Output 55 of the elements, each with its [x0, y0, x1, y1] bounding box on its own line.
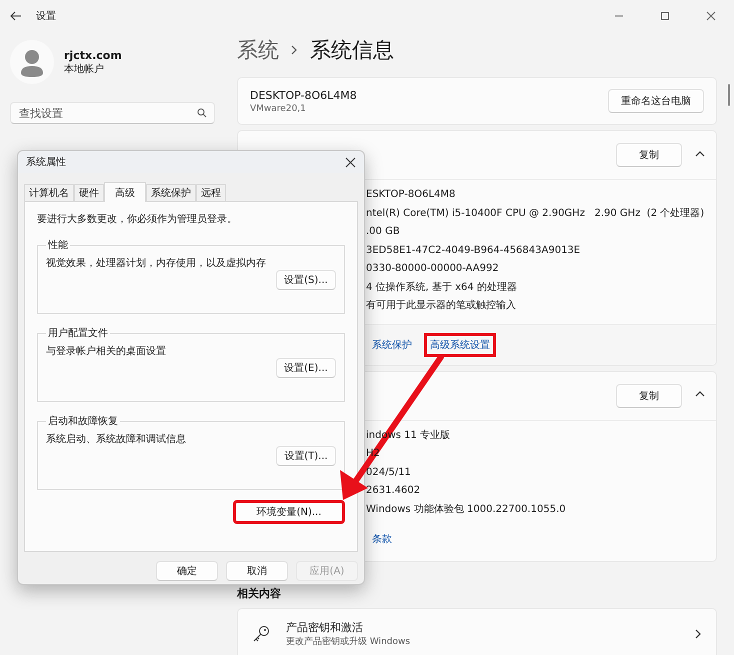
group-title: 用户配置文件: [47, 326, 109, 340]
dialog-button[interactable]: 确定: [156, 561, 218, 581]
spec-value: 0330-80000-00000-AA992: [366, 262, 500, 276]
group-title: 启动和故障恢复: [47, 414, 119, 428]
settings-card[interactable]: 产品密钥和激活 更改产品密钥或升级 Windows: [237, 608, 717, 655]
group-title: 性能: [46, 238, 69, 252]
spec-value: ntel(R) Core(TM) i5-10400F CPU @ 2.90GHz 2.90 GHz (2 个处理器): [366, 206, 706, 220]
tab[interactable]: 高级: [104, 182, 146, 202]
card-title: 产品密钥和激活: [286, 620, 364, 635]
window-title: 设置: [36, 10, 56, 23]
rename-button[interactable]: 重命名这台电脑: [608, 89, 704, 113]
scrollbar[interactable]: [728, 84, 730, 106]
spec-value: 4 位操作系统, 基于 x64 的处理器: [366, 280, 518, 294]
tab[interactable]: 系统保护: [146, 184, 196, 201]
search-icon[interactable]: [197, 108, 207, 118]
spec-value: 024/5/11: [366, 466, 412, 480]
device-name: DESKTOP-8O6L4M8: [250, 88, 357, 102]
avatar-icon[interactable]: [10, 40, 54, 84]
page-title: 系统信息: [310, 37, 394, 64]
key-icon: [252, 625, 270, 643]
group-description: 与登录帐户相关的桌面设置: [46, 344, 167, 358]
account-name: rjctx.com: [64, 48, 122, 62]
spec-value: Windows 功能体验包 1000.22700.1055.0: [366, 502, 567, 516]
link[interactable]: 高级系统设置: [424, 332, 496, 356]
back-icon[interactable]: [10, 11, 22, 21]
link[interactable]: 条款: [366, 527, 398, 551]
tab[interactable]: 计算机名: [24, 184, 74, 201]
dialog-title: 系统属性: [26, 156, 66, 169]
group-description: 视觉效果，处理器计划，内存使用，以及虚拟内存: [46, 256, 267, 270]
breadcrumb-item[interactable]: 系统: [237, 36, 279, 64]
copy-button[interactable]: 复制: [616, 143, 682, 167]
search-field[interactable]: 查找设置: [10, 102, 215, 124]
dialog-button[interactable]: 取消: [226, 561, 288, 581]
settings-button[interactable]: 设置(T)...: [276, 446, 336, 466]
environment-variables-button[interactable]: 环境变量(N)...: [233, 500, 345, 524]
spec-value: ESKTOP-8O6L4M8: [366, 188, 456, 202]
copy-button[interactable]: 复制: [616, 384, 682, 408]
spec-value: 2631.4602: [366, 484, 422, 498]
settings-button[interactable]: 设置(E)...: [276, 358, 336, 378]
spec-value: 3ED58E1-47C2-4049-B964-456843A9013E: [366, 244, 582, 258]
chevron-right-icon: [694, 628, 702, 640]
group-description: 系统启动、系统故障和调试信息: [46, 432, 187, 446]
chevron-right-icon: [291, 45, 298, 55]
device-model: VMware20,1: [250, 104, 307, 114]
settings-button[interactable]: 设置(S)...: [276, 270, 336, 290]
spec-value: .00 GB: [366, 225, 401, 239]
card-subtitle: 更改产品密钥或升级 Windows: [286, 636, 410, 648]
section-title: 相关内容: [237, 586, 282, 602]
spec-value: 有可用于此显示器的笔或触控输入: [366, 298, 517, 313]
close-icon[interactable]: [345, 156, 356, 168]
tab[interactable]: 远程: [196, 184, 226, 201]
notice-text: 要进行大多数更改，你必须作为管理员登录。: [37, 212, 238, 226]
link[interactable]: 系统保护: [366, 332, 418, 356]
tab[interactable]: 硬件: [74, 184, 104, 201]
account-type: 本地帐户: [64, 62, 105, 76]
